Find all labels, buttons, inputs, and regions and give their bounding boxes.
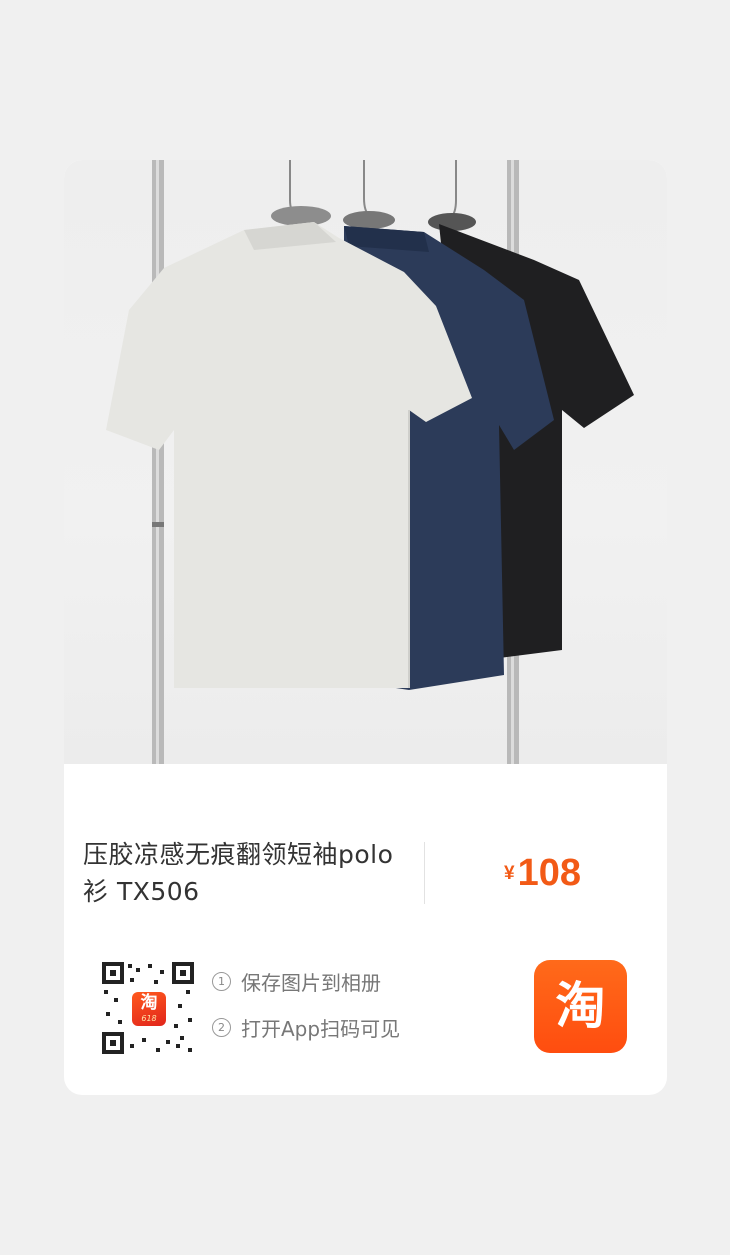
product-image[interactable] <box>64 160 667 764</box>
step-number-icon: 2 <box>212 1017 231 1037</box>
step-open-app: 2 打开App扫码可见 <box>212 1012 400 1042</box>
currency-symbol: ¥ <box>504 863 515 884</box>
product-price: ¥108 <box>504 852 581 895</box>
share-card: 压胶凉感无痕翻领短袖polo 衫 TX506 ¥108 淘 618 1 保存图片… <box>64 160 667 1095</box>
share-instructions: 1 保存图片到相册 2 打开App扫码可见 <box>212 966 400 1058</box>
divider <box>424 842 425 904</box>
step-number-icon: 1 <box>212 971 231 991</box>
step-save-image: 1 保存图片到相册 <box>212 966 400 996</box>
step-open-app-text: 打开App扫码可见 <box>241 1016 401 1041</box>
qr-logo-sub: 618 <box>141 1014 157 1023</box>
product-photo-illustration <box>106 160 634 764</box>
taobao-app-icon[interactable]: 淘 <box>534 960 627 1053</box>
qr-logo-char: 淘 <box>140 993 158 1013</box>
product-title-line1: 压胶凉感无痕翻领短袖polo <box>83 840 394 869</box>
taobao-app-icon-char: 淘 <box>555 977 606 1035</box>
product-title[interactable]: 压胶凉感无痕翻领短袖polo 衫 TX506 <box>83 836 423 910</box>
price-value: 108 <box>517 852 581 894</box>
qr-code[interactable]: 淘 618 <box>100 960 196 1056</box>
product-title-line2: 衫 TX506 <box>83 877 200 906</box>
taobao-small-logo-icon: 淘 618 <box>132 992 166 1026</box>
step-save-image-text: 保存图片到相册 <box>241 970 381 995</box>
